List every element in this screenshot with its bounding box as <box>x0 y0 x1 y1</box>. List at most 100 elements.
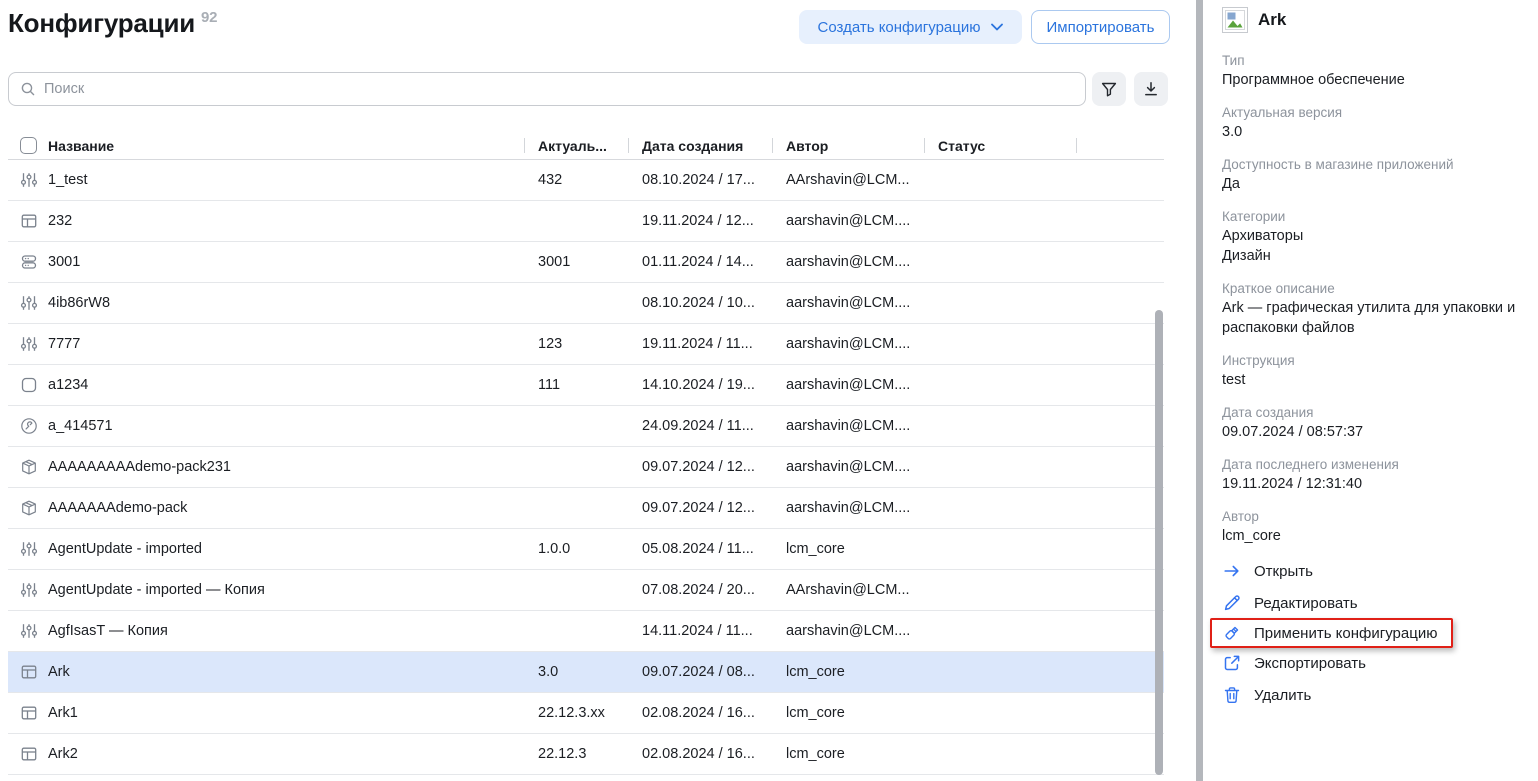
table-header: Название Актуаль... Дата создания Автор … <box>8 132 1164 160</box>
field-value: 19.11.2024 / 12:31:40 <box>1222 474 1538 494</box>
field-label: Автор <box>1222 507 1538 526</box>
table-scrollbar[interactable] <box>1155 310 1163 775</box>
row-author: lcm_core <box>772 664 924 680</box>
row-name: AgentUpdate - imported — Копия <box>48 582 524 598</box>
table-row[interactable]: 23219.11.2024 / 12...aarshavin@LCM.... <box>8 201 1164 242</box>
create-configuration-button[interactable]: Создать конфигурацию <box>799 10 1022 44</box>
table-row[interactable]: 3001300101.11.2024 / 14...aarshavin@LCM.… <box>8 242 1164 283</box>
row-version: 123 <box>524 336 628 352</box>
field-value: 09.07.2024 / 08:57:37 <box>1222 422 1538 442</box>
row-author: aarshavin@LCM.... <box>772 213 924 229</box>
row-author: aarshavin@LCM.... <box>772 377 924 393</box>
row-author: lcm_core <box>772 705 924 721</box>
column-header-created[interactable]: Дата создания <box>628 132 772 159</box>
create-configuration-label: Создать конфигурацию <box>818 19 981 36</box>
row-author: aarshavin@LCM.... <box>772 623 924 639</box>
row-created: 14.11.2024 / 11... <box>628 623 772 639</box>
row-created: 08.10.2024 / 10... <box>628 295 772 311</box>
column-header-name[interactable]: Название <box>48 132 524 159</box>
download-button[interactable] <box>1134 72 1168 106</box>
funnel-icon <box>1100 80 1118 98</box>
detail-field: Дата последнего изменения19.11.2024 / 12… <box>1222 455 1538 494</box>
filter-button[interactable] <box>1092 72 1126 106</box>
detail-field: Инструкцияtest <box>1222 351 1538 390</box>
row-name: 1_test <box>48 172 524 188</box>
column-header-version[interactable]: Актуаль... <box>524 132 628 159</box>
row-name: 232 <box>48 213 524 229</box>
configurations-table: Название Актуаль... Дата создания Автор … <box>8 132 1164 775</box>
action-удалить[interactable]: Удалить <box>1222 683 1538 707</box>
field-value: Архиваторы <box>1222 226 1538 246</box>
row-created: 08.10.2024 / 17... <box>628 172 772 188</box>
row-name: Ark2 <box>48 746 524 762</box>
row-version: 3.0 <box>524 664 628 680</box>
action-label: Открыть <box>1254 563 1313 580</box>
row-name: AgentUpdate - imported <box>48 541 524 557</box>
row-version: 22.12.3.xx <box>524 705 628 721</box>
action-экспортировать[interactable]: Экспортировать <box>1222 651 1538 675</box>
panel-actions: ОткрытьРедактироватьПрименить конфигурац… <box>1222 559 1538 715</box>
board-icon <box>20 212 48 230</box>
detail-field: Актуальная версия3.0 <box>1222 103 1538 142</box>
row-name: 3001 <box>48 254 524 270</box>
table-row[interactable]: AAAAAAAAAdemo-pack23109.07.2024 / 12...a… <box>8 447 1164 488</box>
field-value: Ark — графическая утилита для упаковки и… <box>1222 298 1538 338</box>
field-value: Да <box>1222 174 1538 194</box>
table-row[interactable]: AgentUpdate - imported — Копия07.08.2024… <box>8 570 1164 611</box>
column-header-status[interactable]: Статус <box>924 132 1076 159</box>
pencil-icon <box>1222 593 1242 613</box>
table-row[interactable]: 1_test43208.10.2024 / 17...AArshavin@LCM… <box>8 160 1164 201</box>
row-author: lcm_core <box>772 746 924 762</box>
board-icon <box>20 704 48 722</box>
app-thumbnail-icon <box>1222 7 1248 33</box>
action-применить-конфигурацию[interactable]: Применить конфигурацию <box>1210 618 1453 648</box>
action-редактировать[interactable]: Редактировать <box>1222 591 1538 615</box>
table-body: 1_test43208.10.2024 / 17...AArshavin@LCM… <box>8 160 1164 775</box>
table-row[interactable]: Ark3.009.07.2024 / 08...lcm_core <box>8 652 1164 693</box>
action-открыть[interactable]: Открыть <box>1222 559 1538 583</box>
square-icon <box>20 376 48 394</box>
field-label: Дата создания <box>1222 403 1538 422</box>
board-icon <box>20 745 48 763</box>
field-label: Тип <box>1222 51 1538 70</box>
wrench-circle-icon <box>20 417 48 435</box>
row-author: lcm_core <box>772 541 924 557</box>
field-label: Доступность в магазине приложений <box>1222 155 1538 174</box>
row-name: AAAAAAAAAdemo-pack231 <box>48 459 524 475</box>
action-label: Экспортировать <box>1254 655 1366 672</box>
import-button[interactable]: Импортировать <box>1031 10 1170 44</box>
field-label: Инструкция <box>1222 351 1538 370</box>
export-icon <box>1222 653 1242 673</box>
package-icon <box>20 458 48 476</box>
row-version: 111 <box>524 377 628 393</box>
table-row[interactable]: Ark122.12.3.xx02.08.2024 / 16...lcm_core <box>8 693 1164 734</box>
detail-field: ТипПрограммное обеспечение <box>1222 51 1538 90</box>
row-name: a1234 <box>48 377 524 393</box>
field-value: Программное обеспечение <box>1222 70 1538 90</box>
panel-fields: ТипПрограммное обеспечение Актуальная вер… <box>1222 51 1538 546</box>
sliders-icon <box>20 581 48 599</box>
table-row[interactable]: 777712319.11.2024 / 11...aarshavin@LCM..… <box>8 324 1164 365</box>
table-row[interactable]: AgfIsasT — Копия14.11.2024 / 11...aarsha… <box>8 611 1164 652</box>
row-created: 09.07.2024 / 08... <box>628 664 772 680</box>
row-author: AArshavin@LCM... <box>772 582 924 598</box>
sliders-icon <box>20 294 48 312</box>
sliders-icon <box>20 540 48 558</box>
table-row[interactable]: a_41457124.09.2024 / 11...aarshavin@LCM.… <box>8 406 1164 447</box>
sliders-icon <box>20 171 48 189</box>
search-input[interactable] <box>44 81 1085 97</box>
row-created: 09.07.2024 / 12... <box>628 459 772 475</box>
row-author: AArshavin@LCM... <box>772 172 924 188</box>
column-header-author[interactable]: Автор <box>772 132 924 159</box>
table-row[interactable]: a123411114.10.2024 / 19...aarshavin@LCM.… <box>8 365 1164 406</box>
server-icon <box>20 253 48 271</box>
table-row[interactable]: AAAAAAAdemo-pack09.07.2024 / 12...aarsha… <box>8 488 1164 529</box>
select-all-checkbox[interactable] <box>20 137 37 154</box>
field-value: lcm_core <box>1222 526 1538 546</box>
package-icon <box>20 499 48 517</box>
row-name: AAAAAAAdemo-pack <box>48 500 524 516</box>
table-row[interactable]: AgentUpdate - imported1.0.005.08.2024 / … <box>8 529 1164 570</box>
table-row[interactable]: Ark222.12.302.08.2024 / 16...lcm_core <box>8 734 1164 775</box>
row-name: Ark <box>48 664 524 680</box>
table-row[interactable]: 4ib86rW808.10.2024 / 10...aarshavin@LCM.… <box>8 283 1164 324</box>
